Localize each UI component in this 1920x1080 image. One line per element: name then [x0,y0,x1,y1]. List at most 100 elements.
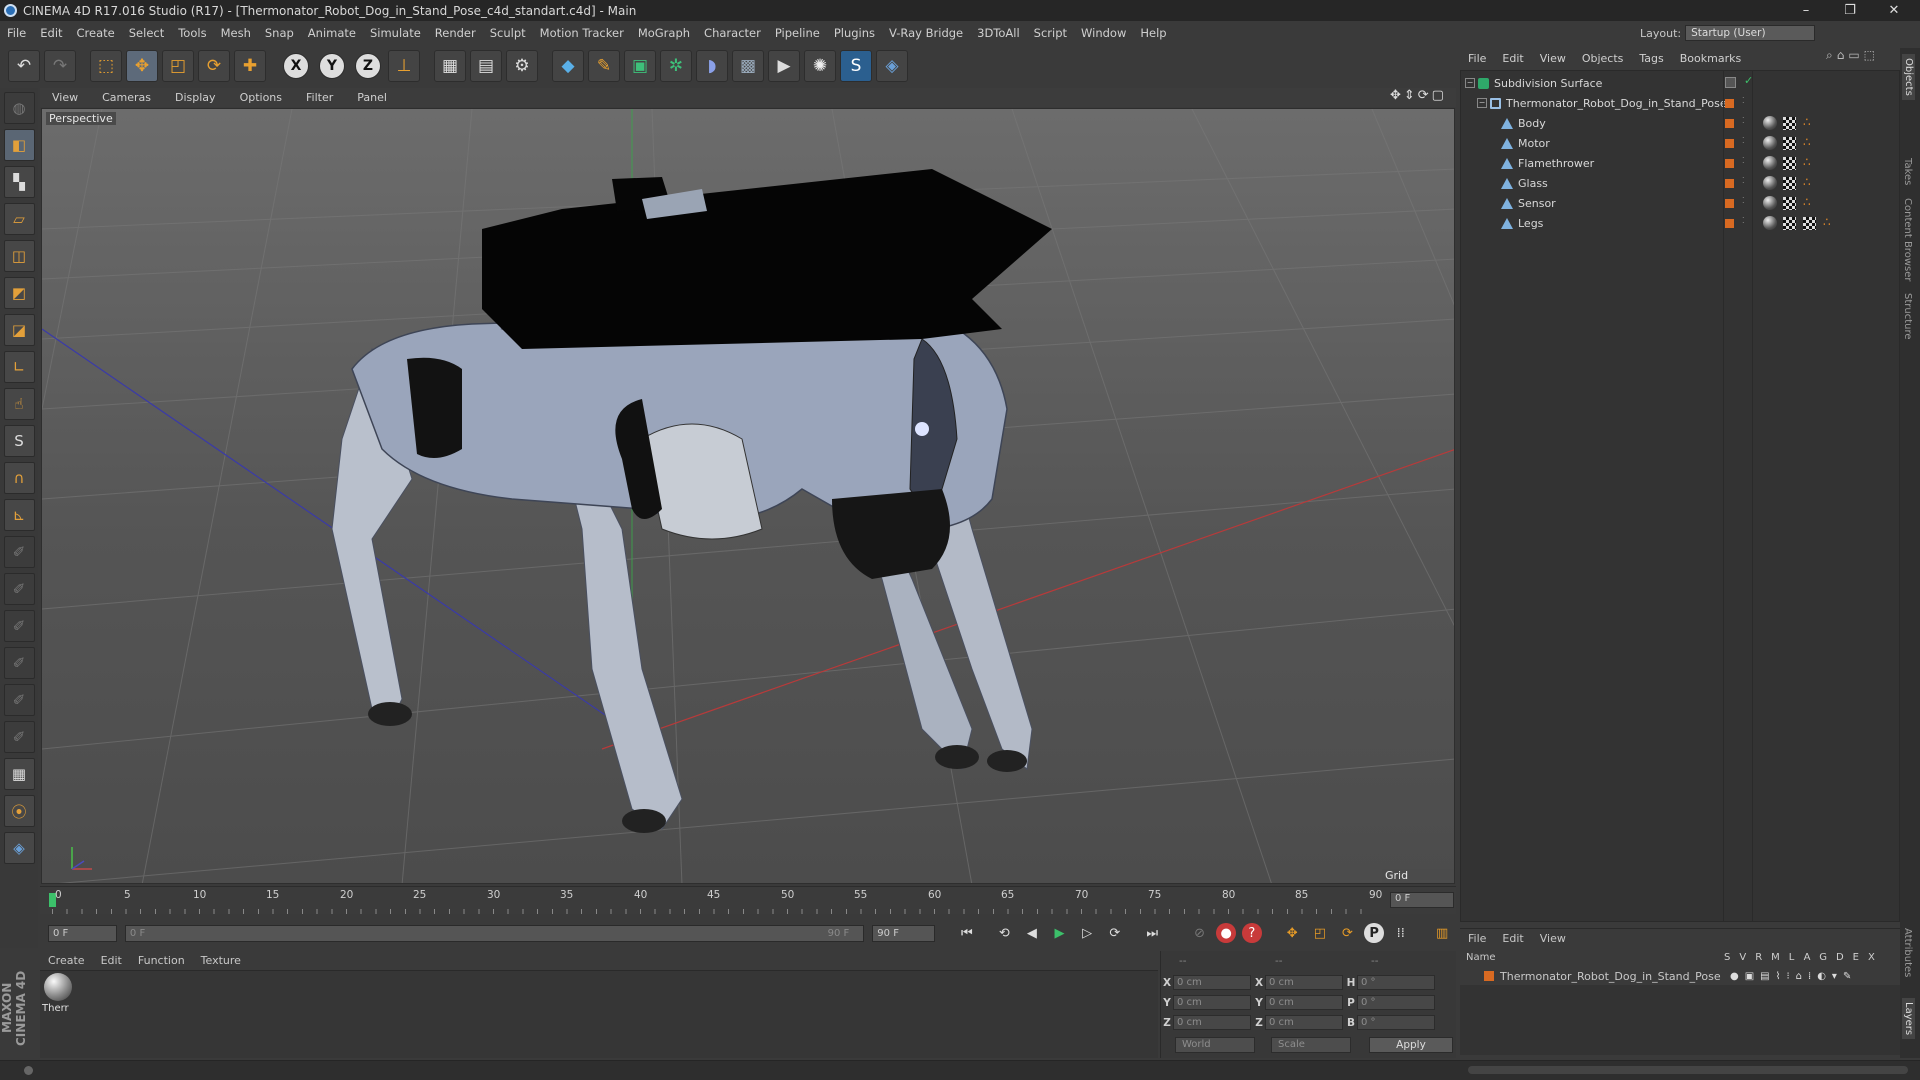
uvw-tag-icon[interactable] [1783,117,1796,130]
render-picture-viewer-icon[interactable]: ▤ [470,50,502,82]
menu-window[interactable]: Window [1074,26,1133,40]
material-tag-icon[interactable] [1763,136,1777,150]
points-mode-icon[interactable]: ◫ [3,240,35,272]
material-menu-texture[interactable]: Texture [193,954,249,967]
object-row-flamethrower[interactable]: Flamethrower ⁚ ∴ [1461,153,1899,173]
layer-menu-edit[interactable]: Edit [1494,932,1531,945]
play-icon[interactable]: ▶ [1049,922,1071,944]
object-name[interactable]: Sensor [1518,197,1556,210]
rotate-tool-icon[interactable]: ⟳ [198,50,230,82]
uvw-tag-icon[interactable] [1783,137,1796,150]
horizontal-scrollbar[interactable] [1468,1066,1908,1074]
menu-pipeline[interactable]: Pipeline [768,26,827,40]
magnet-icon[interactable]: ∩ [3,462,35,494]
object-row-subdivision[interactable]: − Subdivision Surface ✓ [1461,73,1899,93]
viewport-menu-panel[interactable]: Panel [345,91,399,104]
coordinate-mode-dropdown[interactable]: World [1175,1037,1255,1053]
menu-tools[interactable]: Tools [171,26,213,40]
layer-color-swatch[interactable] [1484,971,1494,981]
menu-plugins[interactable]: Plugins [827,26,882,40]
menu-motion-tracker[interactable]: Motion Tracker [533,26,631,40]
material-tag-icon[interactable] [1763,196,1777,210]
object-row-sensor[interactable]: Sensor ⁚ ∴ [1461,193,1899,213]
model-mode-icon[interactable]: ◧ [3,129,35,161]
python-console-icon[interactable]: ◈ [3,832,35,864]
rotation-h-field[interactable]: 0 ° [1357,975,1435,990]
uvw-tag-icon[interactable] [1783,177,1796,190]
size-x-field[interactable]: 0 cm [1265,975,1343,990]
object-row-glass[interactable]: Glass ⁚ ∴ [1461,173,1899,193]
object-row-body[interactable]: Body ⁚ ∴ [1461,113,1899,133]
object-row-robot-dog[interactable]: − Thermonator_Robot_Dog_in_Stand_Pose ⁚ [1461,93,1899,113]
om-menu-file[interactable]: File [1460,52,1494,65]
live-selection-icon[interactable]: ⬚ [90,50,122,82]
material-tag-icon[interactable] [1763,176,1777,190]
z-axis-lock-icon[interactable]: Z [355,53,381,79]
layer-color-swatch[interactable] [1725,119,1734,128]
selection-tag-icon[interactable]: ∴ [1823,215,1831,229]
go-to-end-icon[interactable]: ⏭ [1141,922,1163,944]
om-menu-bookmarks[interactable]: Bookmarks [1672,52,1749,65]
tweak-mode-icon[interactable]: ☝ [3,388,35,420]
brush-icon[interactable]: ✐ [3,536,35,568]
rotation-b-field[interactable]: 0 ° [1357,1015,1435,1030]
tab-attributes[interactable]: Attributes [1902,928,1913,977]
selection-tag-icon[interactable]: ∴ [1803,115,1811,129]
sculpt-smooth-icon[interactable]: ✐ [3,610,35,642]
record-keys-disabled-icon[interactable]: ⊘ [1189,922,1211,944]
layer-color-swatch[interactable] [1725,159,1734,168]
array-generator-icon[interactable]: ✲ [660,50,692,82]
end-frame-field[interactable]: 90 F [872,924,936,942]
size-mode-dropdown[interactable]: Scale [1271,1037,1351,1053]
visibility-dots-icon[interactable]: ⁚ [1742,156,1745,165]
uvw-tag-icon[interactable] [1783,157,1796,170]
material-tag-icon[interactable] [1763,116,1777,130]
menu-create[interactable]: Create [70,26,122,40]
tab-structure[interactable]: Structure [1902,293,1913,340]
floor-object-icon[interactable]: ▩ [732,50,764,82]
object-row-legs[interactable]: Legs ⁚ ∴ [1461,213,1899,233]
visibility-dots-icon[interactable]: ⁚ [1742,136,1745,145]
layer-menu-view[interactable]: View [1532,932,1574,945]
material-tag-icon[interactable] [1763,156,1777,170]
current-frame-display[interactable]: 0 F [1390,892,1454,908]
layer-flags-icons[interactable]: ●▣▤⌇⁝⌂⁞◐▾✎ [1730,971,1857,982]
selection-tag-icon[interactable]: ∴ [1803,195,1811,209]
go-to-start-icon[interactable]: ⏮ [956,922,978,944]
texture-mode-icon[interactable]: ▚ [3,166,35,198]
menu-mograph[interactable]: MoGraph [631,26,697,40]
record-active-objects-icon[interactable]: ● [1216,923,1236,943]
menu-render[interactable]: Render [428,26,483,40]
selection-tag-icon[interactable]: ∴ [1803,155,1811,169]
object-name[interactable]: Body [1518,117,1546,130]
grid-snap-icon[interactable]: ▦ [3,758,35,790]
x-axis-lock-icon[interactable]: X [283,53,309,79]
visibility-dots-icon[interactable]: ⁚ [1742,176,1745,185]
redo-icon[interactable]: ↷ [44,50,76,82]
camera-object-icon[interactable]: ▶ [768,50,800,82]
layer-name[interactable]: Thermonator_Robot_Dog_in_Stand_Pose [1500,970,1721,983]
object-row-motor[interactable]: Motor ⁚ ∴ [1461,133,1899,153]
edges-mode-icon[interactable]: ◩ [3,277,35,309]
position-y-field[interactable]: 0 cm [1173,995,1251,1010]
cube-object-icon[interactable]: ◆ [552,50,584,82]
subdivision-surface-icon[interactable]: ▣ [624,50,656,82]
workplane-mode-icon[interactable]: ▱ [3,203,35,235]
tab-layers[interactable]: Layers [1902,998,1915,1040]
menu-vray-bridge[interactable]: V-Ray Bridge [882,26,970,40]
coordinate-system-icon[interactable]: ⊥ [388,50,420,82]
menu-select[interactable]: Select [122,26,171,40]
next-frame-icon[interactable]: ▷ [1076,922,1098,944]
layer-color-swatch[interactable] [1725,199,1734,208]
layer-menu-file[interactable]: File [1460,932,1494,945]
timeline-window-icon[interactable]: ▥ [1431,922,1453,944]
om-menu-tags[interactable]: Tags [1631,52,1671,65]
undo-icon[interactable]: ↶ [8,50,40,82]
vray-bridge-icon[interactable]: S [840,50,872,82]
menu-file[interactable]: File [0,26,33,40]
uvw-tag-icon[interactable] [1803,217,1816,230]
layer-row[interactable]: Thermonator_Robot_Dog_in_Stand_Pose ●▣▤⌇… [1460,967,1900,985]
selection-tag-icon[interactable]: ∴ [1803,135,1811,149]
menu-mesh[interactable]: Mesh [214,26,258,40]
snapping-icon[interactable]: S [3,425,35,457]
